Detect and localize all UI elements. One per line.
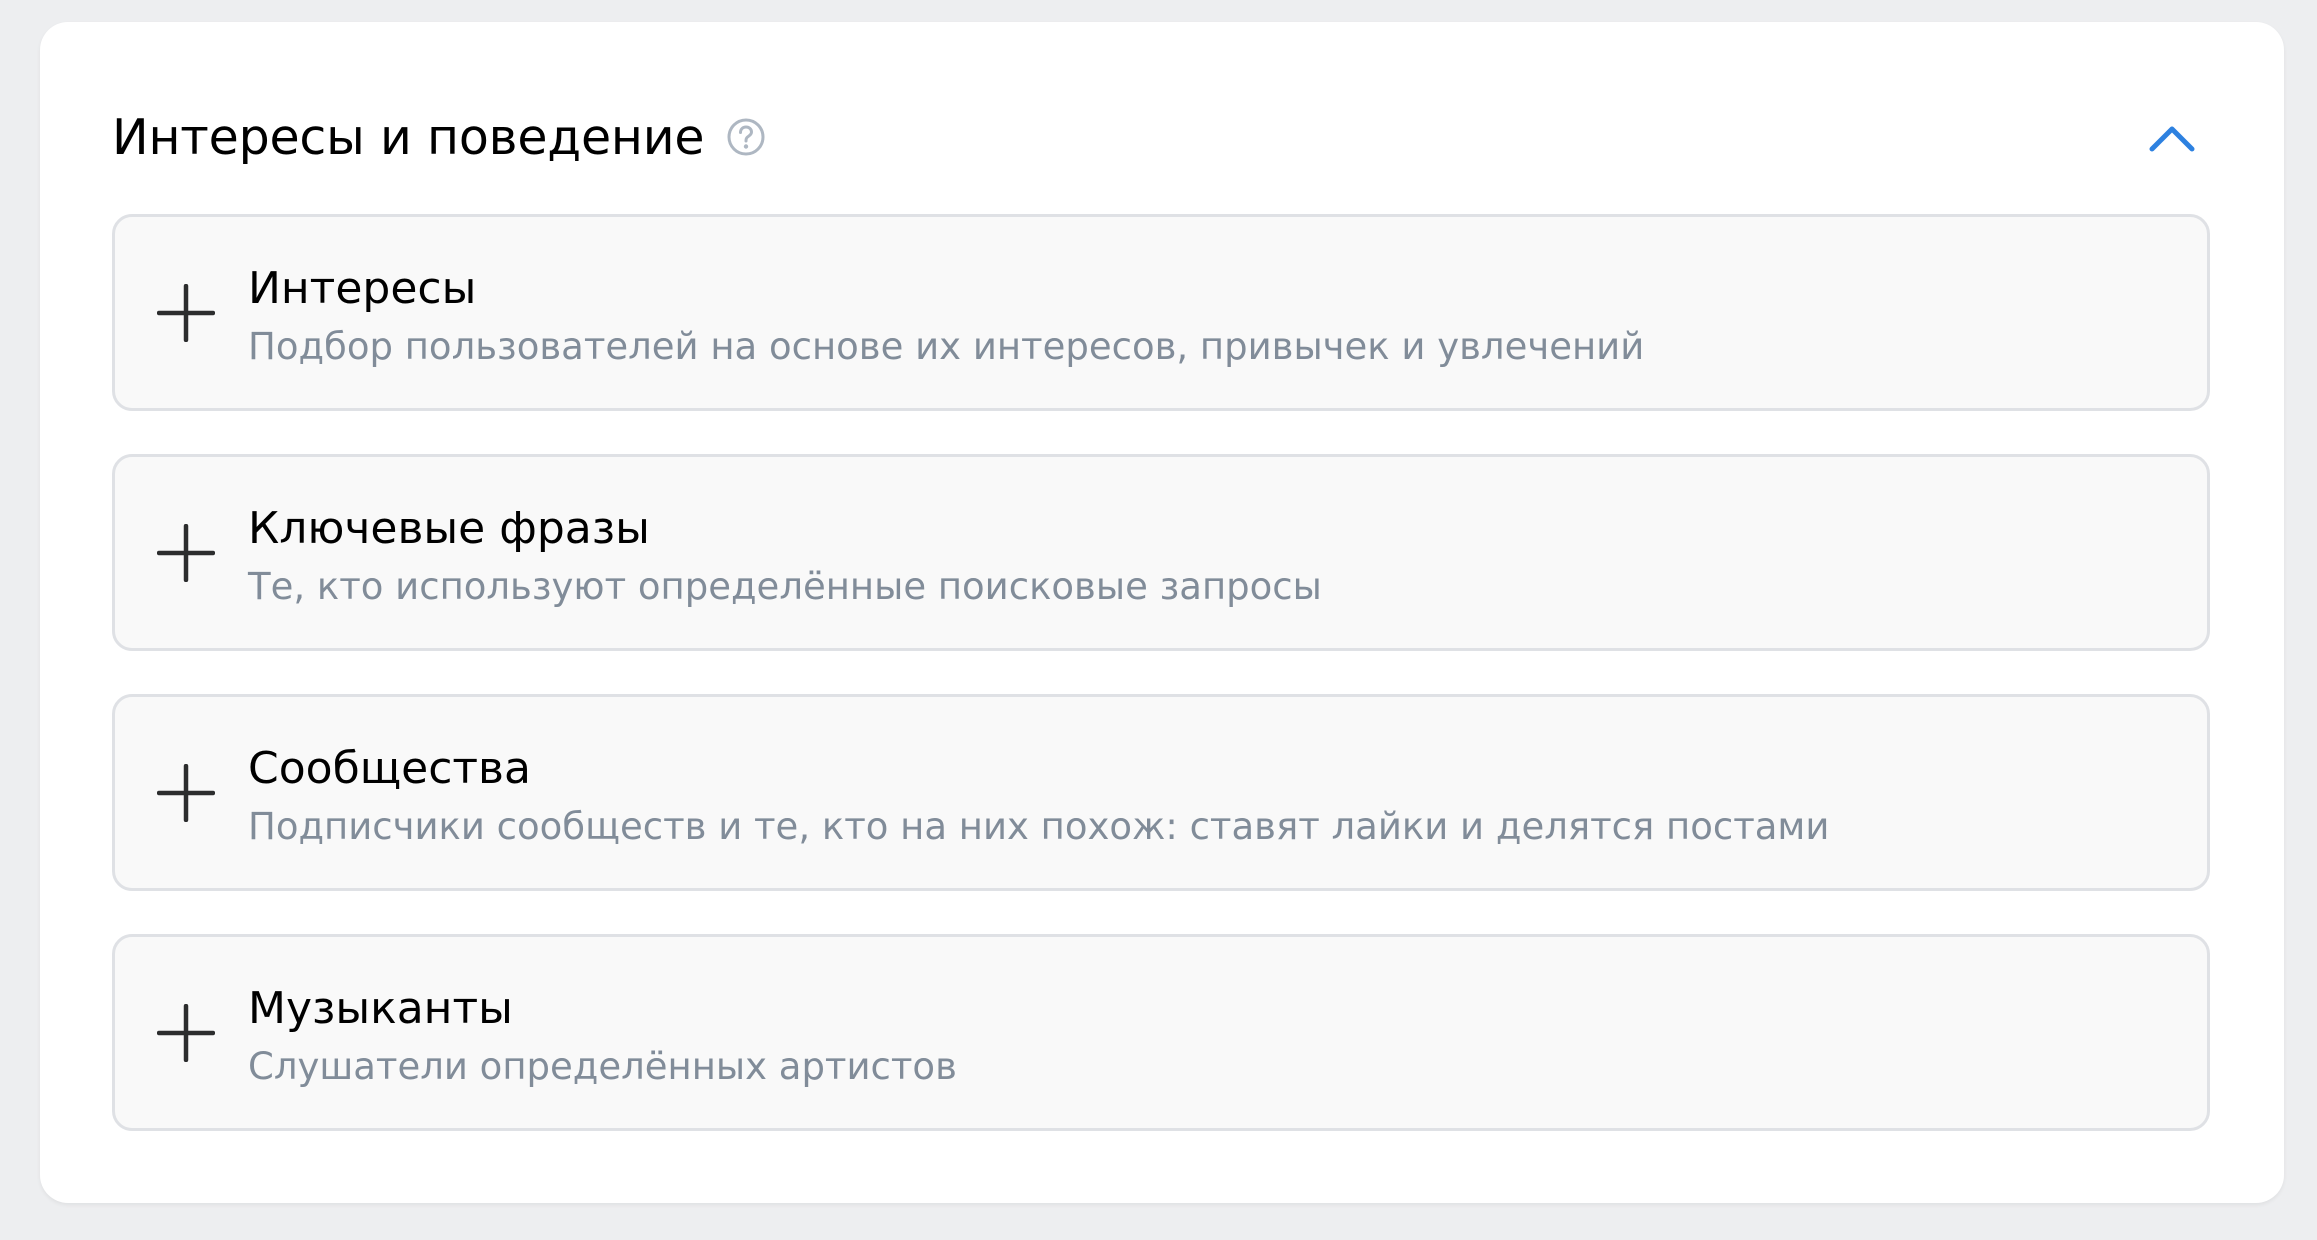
option-title: Сообщества xyxy=(248,743,531,794)
plus-icon xyxy=(157,524,215,582)
interests-behavior-panel: Интересы и поведение Интересы Подбор пол… xyxy=(40,22,2284,1203)
option-text: Музыканты Слушатели определённых артисто… xyxy=(248,981,2167,1093)
chevron-up-icon xyxy=(2149,126,2195,152)
plus-icon xyxy=(157,284,215,342)
option-description: Подбор пользователей на основе их интере… xyxy=(248,325,1645,368)
option-text: Ключевые фразы Те, кто используют опреде… xyxy=(248,501,2167,613)
option-title: Ключевые фразы xyxy=(248,503,650,554)
option-keyphrases[interactable]: Ключевые фразы Те, кто используют опреде… xyxy=(112,454,2210,651)
option-description: Те, кто используют определённые поисковы… xyxy=(248,565,1322,608)
panel-title: Интересы и поведение xyxy=(112,108,705,166)
option-musicians[interactable]: Музыканты Слушатели определённых артисто… xyxy=(112,934,2210,1131)
option-title: Музыканты xyxy=(248,983,513,1034)
targeting-options-list: Интересы Подбор пользователей на основе … xyxy=(112,214,2210,1174)
collapse-button[interactable] xyxy=(2144,110,2200,166)
option-communities[interactable]: Сообщества Подписчики сообществ и те, кт… xyxy=(112,694,2210,891)
question-circle-icon[interactable] xyxy=(726,117,766,157)
plus-icon xyxy=(157,764,215,822)
panel-header: Интересы и поведение xyxy=(112,82,2224,192)
option-text: Интересы Подбор пользователей на основе … xyxy=(248,261,2167,373)
option-description: Слушатели определённых артистов xyxy=(248,1045,957,1088)
option-title: Интересы xyxy=(248,263,477,314)
plus-icon xyxy=(157,1004,215,1062)
option-description: Подписчики сообществ и те, кто на них по… xyxy=(248,805,1830,848)
option-text: Сообщества Подписчики сообществ и те, кт… xyxy=(248,741,2167,853)
option-interests[interactable]: Интересы Подбор пользователей на основе … xyxy=(112,214,2210,411)
